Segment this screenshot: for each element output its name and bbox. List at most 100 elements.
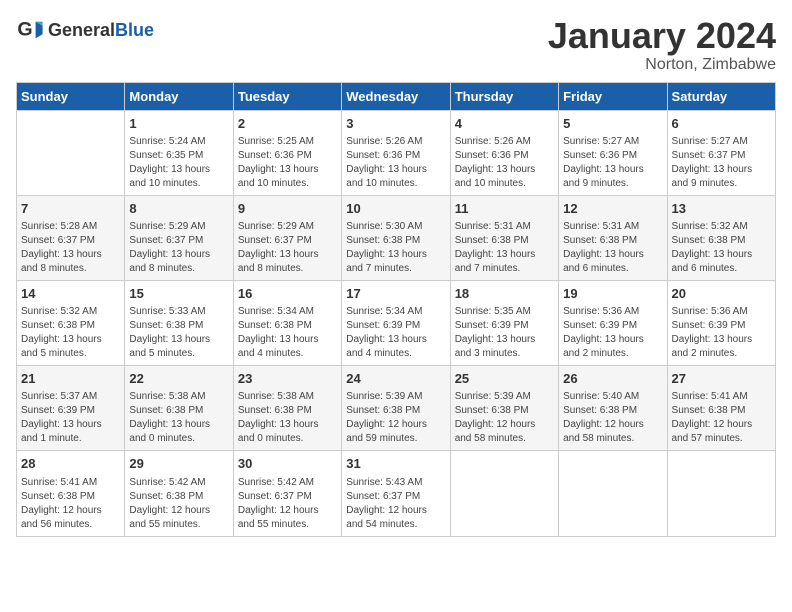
- day-number: 23: [238, 370, 337, 388]
- day-number: 16: [238, 285, 337, 303]
- day-number: 26: [563, 370, 662, 388]
- day-info: Sunrise: 5:37 AM Sunset: 6:39 PM Dayligh…: [21, 390, 120, 446]
- day-info: Sunrise: 5:27 AM Sunset: 6:37 PM Dayligh…: [672, 135, 771, 191]
- day-info: Sunrise: 5:29 AM Sunset: 6:37 PM Dayligh…: [238, 220, 337, 276]
- calendar-week-row: 28Sunrise: 5:41 AM Sunset: 6:38 PM Dayli…: [17, 451, 776, 536]
- day-info: Sunrise: 5:27 AM Sunset: 6:36 PM Dayligh…: [563, 135, 662, 191]
- day-info: Sunrise: 5:40 AM Sunset: 6:38 PM Dayligh…: [563, 390, 662, 446]
- calendar-cell: 31 Sunrise: 5:43 AM Sunset: 6:37 PM Dayli…: [342, 451, 450, 536]
- day-number: 22: [129, 370, 228, 388]
- day-number: 28: [21, 455, 120, 473]
- weekday-header-tuesday: Tuesday: [233, 82, 341, 110]
- logo-blue-text: Blue: [115, 20, 154, 40]
- calendar-cell: 1 Sunrise: 5:24 AM Sunset: 6:35 PM Daylig…: [125, 110, 233, 195]
- calendar-title: January 2024: [548, 16, 776, 56]
- logo-icon: G: [16, 16, 44, 44]
- day-info: Sunrise: 5:29 AM Sunset: 6:37 PM Dayligh…: [129, 220, 228, 276]
- calendar-cell: 19 Sunrise: 5:36 AM Sunset: 6:39 PM Dayli…: [559, 280, 667, 365]
- calendar-cell: [559, 451, 667, 536]
- calendar-cell: 12 Sunrise: 5:31 AM Sunset: 6:38 PM Dayli…: [559, 195, 667, 280]
- day-number: 27: [672, 370, 771, 388]
- day-number: 24: [346, 370, 445, 388]
- logo-general-text: General: [48, 20, 115, 40]
- title-block: January 2024 Norton, Zimbabwe: [548, 16, 776, 74]
- day-number: 11: [455, 200, 554, 218]
- calendar-cell: 11 Sunrise: 5:31 AM Sunset: 6:38 PM Dayli…: [450, 195, 558, 280]
- calendar-cell: 10 Sunrise: 5:30 AM Sunset: 6:38 PM Dayli…: [342, 195, 450, 280]
- weekday-header-saturday: Saturday: [667, 82, 775, 110]
- day-number: 15: [129, 285, 228, 303]
- day-number: 18: [455, 285, 554, 303]
- day-number: 20: [672, 285, 771, 303]
- calendar-subtitle: Norton, Zimbabwe: [548, 56, 776, 74]
- calendar-week-row: 14Sunrise: 5:32 AM Sunset: 6:38 PM Dayli…: [17, 280, 776, 365]
- calendar-cell: 23 Sunrise: 5:38 AM Sunset: 6:38 PM Dayli…: [233, 366, 341, 451]
- calendar-cell: 15 Sunrise: 5:33 AM Sunset: 6:38 PM Dayli…: [125, 280, 233, 365]
- day-info: Sunrise: 5:24 AM Sunset: 6:35 PM Dayligh…: [129, 135, 228, 191]
- calendar-cell: [450, 451, 558, 536]
- day-info: Sunrise: 5:30 AM Sunset: 6:38 PM Dayligh…: [346, 220, 445, 276]
- calendar-cell: 21 Sunrise: 5:37 AM Sunset: 6:39 PM Dayli…: [17, 366, 125, 451]
- calendar-cell: 17Sunrise: 5:34 AM Sunset: 6:39 PM Dayli…: [342, 280, 450, 365]
- calendar-week-row: 7Sunrise: 5:28 AM Sunset: 6:37 PM Daylig…: [17, 195, 776, 280]
- calendar-cell: 7Sunrise: 5:28 AM Sunset: 6:37 PM Daylig…: [17, 195, 125, 280]
- calendar-cell: 4Sunrise: 5:26 AM Sunset: 6:36 PM Daylig…: [450, 110, 558, 195]
- day-info: Sunrise: 5:41 AM Sunset: 6:38 PM Dayligh…: [672, 390, 771, 446]
- day-number: 2: [238, 115, 337, 133]
- svg-text:G: G: [17, 19, 32, 41]
- day-info: Sunrise: 5:26 AM Sunset: 6:36 PM Dayligh…: [346, 135, 445, 191]
- calendar-cell: 5 Sunrise: 5:27 AM Sunset: 6:36 PM Daylig…: [559, 110, 667, 195]
- calendar-cell: 14Sunrise: 5:32 AM Sunset: 6:38 PM Dayli…: [17, 280, 125, 365]
- day-number: 31: [346, 455, 445, 473]
- day-number: 13: [672, 200, 771, 218]
- calendar-cell: 6 Sunrise: 5:27 AM Sunset: 6:37 PM Daylig…: [667, 110, 775, 195]
- day-number: 4: [455, 115, 554, 133]
- calendar-cell: [667, 451, 775, 536]
- day-number: 3: [346, 115, 445, 133]
- day-info: Sunrise: 5:31 AM Sunset: 6:38 PM Dayligh…: [563, 220, 662, 276]
- calendar-table: SundayMondayTuesdayWednesdayThursdayFrid…: [16, 82, 776, 537]
- calendar-cell: 26 Sunrise: 5:40 AM Sunset: 6:38 PM Dayli…: [559, 366, 667, 451]
- day-number: 30: [238, 455, 337, 473]
- calendar-cell: 30 Sunrise: 5:42 AM Sunset: 6:37 PM Dayli…: [233, 451, 341, 536]
- calendar-week-row: 1 Sunrise: 5:24 AM Sunset: 6:35 PM Daylig…: [17, 110, 776, 195]
- day-number: 1: [129, 115, 228, 133]
- day-number: 12: [563, 200, 662, 218]
- day-number: 29: [129, 455, 228, 473]
- day-number: 6: [672, 115, 771, 133]
- calendar-cell: 8Sunrise: 5:29 AM Sunset: 6:37 PM Daylig…: [125, 195, 233, 280]
- day-number: 19: [563, 285, 662, 303]
- day-number: 5: [563, 115, 662, 133]
- day-number: 9: [238, 200, 337, 218]
- calendar-cell: 22Sunrise: 5:38 AM Sunset: 6:38 PM Dayli…: [125, 366, 233, 451]
- day-number: 10: [346, 200, 445, 218]
- page-header: G GeneralBlue January 2024 Norton, Zimba…: [16, 16, 776, 74]
- day-info: Sunrise: 5:33 AM Sunset: 6:38 PM Dayligh…: [129, 305, 228, 361]
- day-info: Sunrise: 5:31 AM Sunset: 6:38 PM Dayligh…: [455, 220, 554, 276]
- calendar-cell: 24 Sunrise: 5:39 AM Sunset: 6:38 PM Dayli…: [342, 366, 450, 451]
- day-info: Sunrise: 5:38 AM Sunset: 6:38 PM Dayligh…: [238, 390, 337, 446]
- calendar-cell: 27 Sunrise: 5:41 AM Sunset: 6:38 PM Dayli…: [667, 366, 775, 451]
- day-info: Sunrise: 5:34 AM Sunset: 6:38 PM Dayligh…: [238, 305, 337, 361]
- calendar-cell: [17, 110, 125, 195]
- day-info: Sunrise: 5:35 AM Sunset: 6:39 PM Dayligh…: [455, 305, 554, 361]
- logo: G GeneralBlue: [16, 16, 154, 44]
- calendar-cell: 18 Sunrise: 5:35 AM Sunset: 6:39 PM Dayli…: [450, 280, 558, 365]
- day-number: 25: [455, 370, 554, 388]
- day-number: 21: [21, 370, 120, 388]
- day-info: Sunrise: 5:25 AM Sunset: 6:36 PM Dayligh…: [238, 135, 337, 191]
- day-info: Sunrise: 5:39 AM Sunset: 6:38 PM Dayligh…: [346, 390, 445, 446]
- day-info: Sunrise: 5:34 AM Sunset: 6:39 PM Dayligh…: [346, 305, 445, 361]
- day-info: Sunrise: 5:42 AM Sunset: 6:37 PM Dayligh…: [238, 476, 337, 532]
- weekday-header-row: SundayMondayTuesdayWednesdayThursdayFrid…: [17, 82, 776, 110]
- day-info: Sunrise: 5:36 AM Sunset: 6:39 PM Dayligh…: [563, 305, 662, 361]
- day-info: Sunrise: 5:43 AM Sunset: 6:37 PM Dayligh…: [346, 476, 445, 532]
- calendar-cell: 2 Sunrise: 5:25 AM Sunset: 6:36 PM Daylig…: [233, 110, 341, 195]
- weekday-header-friday: Friday: [559, 82, 667, 110]
- calendar-cell: 16 Sunrise: 5:34 AM Sunset: 6:38 PM Dayli…: [233, 280, 341, 365]
- weekday-header-monday: Monday: [125, 82, 233, 110]
- day-info: Sunrise: 5:39 AM Sunset: 6:38 PM Dayligh…: [455, 390, 554, 446]
- calendar-cell: 29 Sunrise: 5:42 AM Sunset: 6:38 PM Dayli…: [125, 451, 233, 536]
- calendar-cell: 3 Sunrise: 5:26 AM Sunset: 6:36 PM Daylig…: [342, 110, 450, 195]
- day-info: Sunrise: 5:42 AM Sunset: 6:38 PM Dayligh…: [129, 476, 228, 532]
